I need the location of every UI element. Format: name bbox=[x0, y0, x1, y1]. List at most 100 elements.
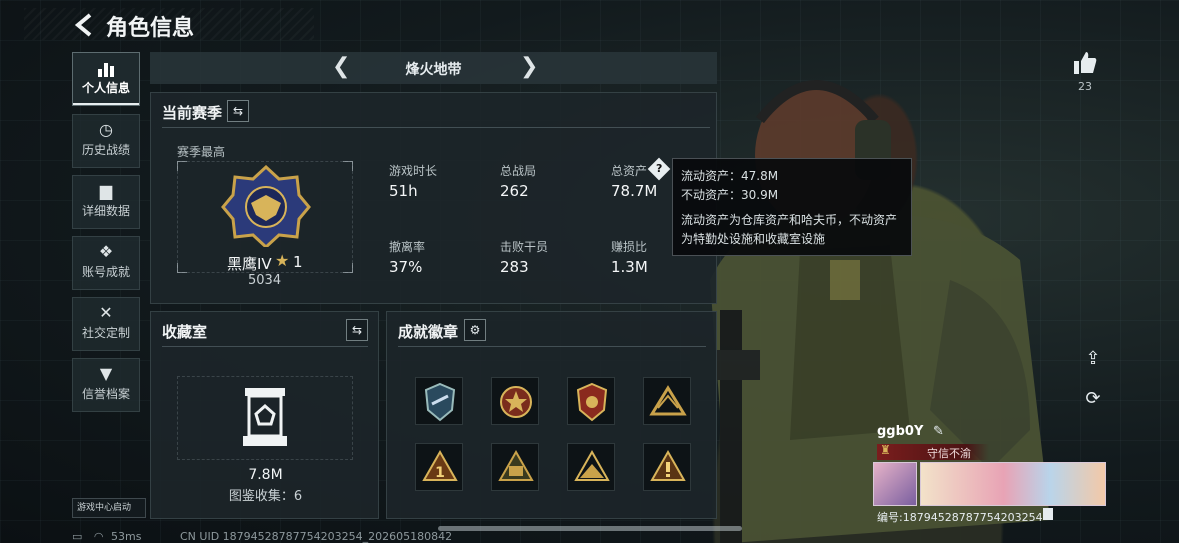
swap-icon[interactable]: ⇆ bbox=[346, 319, 368, 341]
current-season-panel: 当前赛季 ⇆ 赛季最高 黑鹰IV ★ 1 5034 游戏时长 51h 总战局 2… bbox=[150, 92, 717, 304]
corner bbox=[177, 161, 187, 171]
triangle-badge-icon bbox=[498, 449, 534, 481]
mountain-badge-icon bbox=[649, 385, 687, 416]
nav-label: 个人信息 bbox=[81, 81, 130, 95]
back-arrow-icon[interactable] bbox=[72, 12, 98, 38]
stat-label: 游戏时长 bbox=[389, 164, 438, 178]
collection-title: 收藏室 bbox=[162, 323, 208, 341]
nav-label: 详细数据 bbox=[81, 204, 130, 218]
copy-icon[interactable] bbox=[1043, 508, 1053, 520]
rank-emblem-icon bbox=[221, 164, 311, 250]
tooltip-line: 流动资产为仓库资产和哈夫币，不动资产 bbox=[681, 213, 898, 227]
collection-value: 7.8M bbox=[248, 467, 283, 483]
nav-social[interactable]: ✕ 社交定制 bbox=[72, 297, 140, 351]
stat-label: 击败干员 bbox=[500, 240, 549, 254]
status-bar: ▭ ◠ 53ms bbox=[72, 530, 141, 543]
share-icon[interactable]: ⇪ bbox=[1080, 346, 1106, 372]
folder-icon: ▆ bbox=[99, 181, 113, 200]
achievements-panel: 成就徽章 ⚙ 1 bbox=[386, 311, 717, 519]
season-name: 烽火地带 bbox=[405, 62, 462, 78]
star-badge-icon bbox=[500, 386, 532, 418]
tooltip-line: 不动资产：30.9M bbox=[681, 188, 779, 202]
stat-value: 1.3M bbox=[611, 258, 648, 276]
nav-label: 历史战绩 bbox=[81, 143, 130, 157]
badge-slot[interactable] bbox=[415, 377, 463, 425]
player-name: ggb0Y bbox=[877, 424, 924, 439]
corner bbox=[343, 263, 353, 273]
gear-icon[interactable]: ⚙ bbox=[464, 319, 486, 341]
tools-icon: ✕ bbox=[99, 303, 113, 322]
current-season-title: 当前赛季 bbox=[162, 104, 223, 122]
avatar-card[interactable] bbox=[873, 462, 917, 506]
bar-chart-icon bbox=[73, 53, 139, 79]
stat-value: 262 bbox=[500, 182, 529, 200]
corner bbox=[343, 161, 353, 171]
divider bbox=[398, 346, 706, 347]
svg-text:1: 1 bbox=[435, 465, 445, 481]
name-card-banner[interactable] bbox=[920, 462, 1106, 506]
stat-label: 总资产 bbox=[611, 164, 648, 178]
asset-tooltip: 流动资产：47.8M 不动资产：30.9M 流动资产为仓库资产和哈夫币，不动资产… bbox=[672, 158, 912, 256]
page-title: 角色信息 bbox=[106, 16, 195, 41]
ping: 53ms bbox=[111, 530, 142, 543]
thumbs-up-icon[interactable] bbox=[1072, 50, 1098, 76]
stat-value: 51h bbox=[389, 182, 418, 200]
shield-icon: ▼ bbox=[99, 364, 113, 383]
scroll-indicator[interactable] bbox=[438, 526, 742, 531]
stat-value: 283 bbox=[500, 258, 529, 276]
badge-slot[interactable] bbox=[491, 377, 539, 425]
swap-icon[interactable]: ⇆ bbox=[227, 100, 249, 122]
stat-value: 78.7M bbox=[611, 182, 658, 200]
uid-line: CN UID 187945287877542032​54_20260518084… bbox=[180, 530, 453, 543]
achievements-title: 成就徽章 bbox=[398, 323, 459, 341]
game-center-label: 游戏中心启动 bbox=[77, 503, 132, 513]
badge-slot[interactable]: 1 bbox=[415, 443, 463, 491]
nav-personal-info[interactable]: 个人信息 bbox=[72, 52, 140, 106]
battery-icon: ▭ bbox=[72, 530, 83, 543]
nav-reputation[interactable]: ▼ 信誉档案 bbox=[72, 358, 140, 412]
season-best-label: 赛季最高 bbox=[177, 145, 226, 159]
divider bbox=[162, 346, 368, 347]
rank-points: 5034 bbox=[248, 273, 282, 288]
badge-slot[interactable] bbox=[567, 443, 615, 491]
tooltip-line: 为特勤处设施和收藏室设施 bbox=[681, 232, 826, 246]
star-icon: ★ bbox=[275, 251, 290, 270]
stat-label: 总战局 bbox=[500, 164, 537, 178]
badge-slot[interactable] bbox=[567, 377, 615, 425]
player-id: 编号:187945287877542032​54 bbox=[877, 511, 1043, 524]
number-one-badge-icon: 1 bbox=[422, 449, 458, 481]
corner bbox=[177, 263, 187, 273]
nav-label: 信誉档案 bbox=[81, 387, 130, 401]
stat-label: 赚损比 bbox=[611, 240, 648, 254]
clock-icon: ◷ bbox=[99, 120, 113, 139]
nav-history[interactable]: ◷ 历史战绩 bbox=[72, 114, 140, 168]
badge-slot[interactable] bbox=[643, 377, 691, 425]
edit-icon[interactable]: ✎ bbox=[933, 424, 944, 439]
rank-name: 黑鹰IV bbox=[227, 255, 272, 273]
tooltip-line: 流动资产：47.8M bbox=[681, 169, 779, 183]
nav-achievements[interactable]: ❖ 账号成就 bbox=[72, 236, 140, 290]
title-emblem-icon: ♜ bbox=[880, 443, 891, 457]
stat-value: 37% bbox=[389, 258, 423, 276]
alert-badge-icon bbox=[650, 449, 686, 481]
collection-panel[interactable]: 收藏室 ⇆ 7.8M 图鉴收集：6 bbox=[150, 311, 379, 519]
crest-badge-icon bbox=[576, 382, 608, 422]
badge-slot[interactable] bbox=[491, 443, 539, 491]
collection-count: 图鉴收集：6 bbox=[228, 489, 303, 504]
help-icon[interactable]: ? bbox=[647, 157, 671, 181]
rank-stars: 1 bbox=[293, 253, 303, 271]
refresh-icon[interactable]: ⟳ bbox=[1080, 386, 1106, 412]
display-case-icon bbox=[241, 386, 289, 448]
wifi-icon: ◠ bbox=[93, 530, 104, 543]
like-count: 23 bbox=[1078, 80, 1092, 93]
peak-badge-icon bbox=[574, 449, 610, 481]
shield-badge-icon bbox=[424, 382, 456, 422]
nav-label: 账号成就 bbox=[81, 265, 130, 279]
nav-label: 社交定制 bbox=[81, 326, 130, 340]
game-center-chip[interactable]: 游戏中心启动 bbox=[72, 498, 146, 518]
badge-slot[interactable] bbox=[643, 443, 691, 491]
divider bbox=[162, 127, 710, 128]
medal-icon: ❖ bbox=[98, 242, 114, 261]
nav-detailed-data[interactable]: ▆ 详细数据 bbox=[72, 175, 140, 229]
next-season-arrow-icon[interactable]: ❯ bbox=[520, 54, 538, 79]
